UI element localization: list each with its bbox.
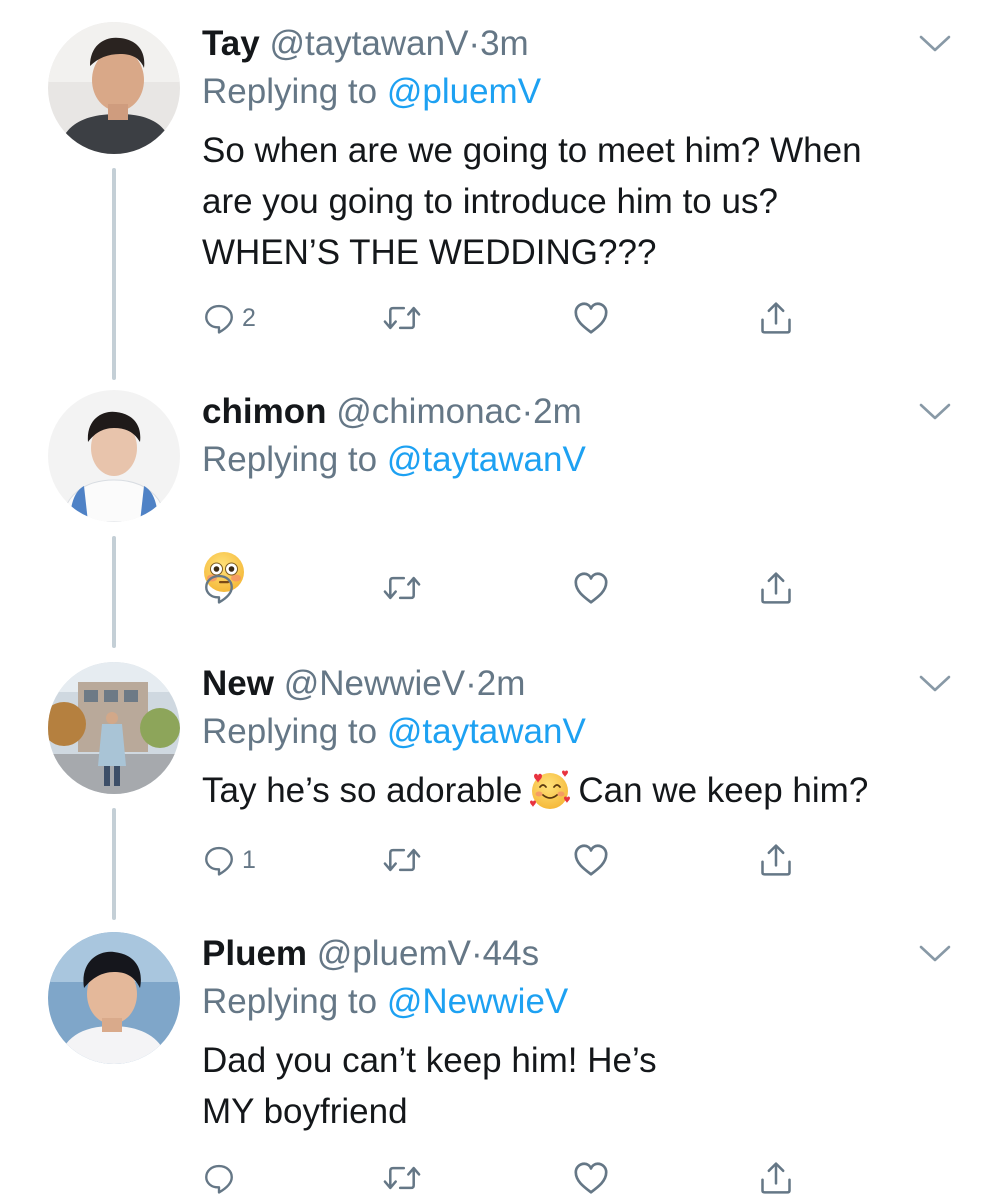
retweet-button[interactable] [382, 838, 422, 882]
replying-to: Replying to @NewwieV [202, 980, 568, 1024]
avatar-photo-new [48, 662, 180, 794]
share-button[interactable] [758, 1156, 794, 1200]
share-button[interactable] [758, 838, 794, 882]
like-button[interactable] [572, 296, 610, 340]
share-icon [758, 1160, 794, 1196]
avatar-photo-pluem [48, 932, 180, 1064]
reply-icon [202, 843, 236, 877]
tweet-text: So when are we going to meet him? When a… [202, 131, 862, 272]
timestamp[interactable]: 2m [533, 392, 582, 431]
replying-to-link[interactable]: @NewwieV [387, 982, 568, 1021]
like-icon [572, 1159, 610, 1197]
display-name[interactable]: chimon [202, 392, 326, 431]
replying-to-label: Replying to [202, 982, 378, 1021]
chevron-down-icon[interactable] [918, 402, 952, 422]
display-name[interactable]: Tay [202, 24, 260, 63]
tweet-actions [202, 1156, 822, 1200]
like-icon [572, 299, 610, 337]
avatar-photo-chimon [48, 390, 180, 522]
reply-button[interactable]: 2 [202, 296, 256, 340]
reply-button[interactable] [202, 566, 236, 610]
separator-dot: · [468, 24, 481, 63]
tweet-actions [202, 566, 822, 610]
user-handle[interactable]: @taytawanV [269, 24, 468, 63]
replying-to-label: Replying to [202, 72, 378, 111]
replying-to: Replying to @taytawanV [202, 710, 586, 754]
like-icon [572, 841, 610, 879]
tweet-text: Tay he’s so adorable Can we keep him? [202, 765, 972, 816]
retweet-icon [382, 300, 422, 336]
tweet-actions: 1 [202, 838, 822, 882]
tweet-text-part: Can we keep him? [578, 771, 869, 810]
share-button[interactable] [758, 566, 794, 610]
tweet-pluem[interactable]: Pluem @pluemV·44s Replying to @NewwieV D… [0, 932, 998, 1200]
avatar[interactable] [48, 932, 180, 1064]
reply-button[interactable]: 1 [202, 838, 256, 882]
reply-icon [202, 1161, 236, 1195]
tweet-new[interactable]: New @NewwieV·2m Replying to @taytawanV T… [0, 662, 998, 892]
chevron-down-icon[interactable] [918, 34, 952, 54]
user-handle[interactable]: @NewwieV [284, 664, 465, 703]
retweet-button[interactable] [382, 566, 422, 610]
avatar-photo-tay [48, 22, 180, 154]
separator-dot: · [465, 664, 477, 703]
like-button[interactable] [572, 566, 610, 610]
replying-to: Replying to @pluemV [202, 70, 541, 114]
smiling-face-with-hearts-emoji [530, 770, 571, 809]
avatar[interactable] [48, 662, 180, 794]
tweet-actions: 2 [202, 296, 822, 340]
tweet-text: Dad you can’t keep him! He’s MY boyfrien… [202, 1041, 657, 1131]
separator-dot: · [470, 934, 483, 973]
chevron-down-icon[interactable] [918, 674, 952, 694]
user-handle[interactable]: @chimonac [336, 392, 521, 431]
share-icon [758, 570, 794, 606]
replying-to-link[interactable]: @taytawanV [387, 712, 586, 751]
chevron-down-icon[interactable] [918, 944, 952, 964]
like-icon [572, 569, 610, 607]
tweet-chimon[interactable]: chimon @chimonac·2m Replying to @taytawa… [0, 390, 998, 620]
reply-button[interactable] [202, 1156, 236, 1200]
reply-count: 1 [242, 846, 256, 874]
retweet-icon [382, 570, 422, 606]
avatar[interactable] [48, 390, 180, 522]
like-button[interactable] [572, 1156, 610, 1200]
tweet-header: Pluem @pluemV·44s [202, 932, 539, 976]
reply-icon [202, 571, 236, 605]
user-handle[interactable]: @pluemV [317, 934, 471, 973]
like-button[interactable] [572, 838, 610, 882]
timestamp[interactable]: 44s [483, 934, 539, 973]
share-icon [758, 842, 794, 878]
retweet-button[interactable] [382, 1156, 422, 1200]
share-button[interactable] [758, 296, 794, 340]
retweet-button[interactable] [382, 296, 422, 340]
tweet-tay[interactable]: Tay @taytawanV·3m Replying to @pluemV So… [0, 22, 998, 352]
display-name[interactable]: Pluem [202, 934, 307, 973]
timestamp[interactable]: 3m [480, 24, 529, 63]
replying-to-label: Replying to [202, 712, 378, 751]
reply-count: 2 [242, 304, 256, 332]
replying-to-link[interactable]: @taytawanV [387, 440, 586, 479]
reply-icon [202, 301, 236, 335]
display-name[interactable]: New [202, 664, 274, 703]
timestamp[interactable]: 2m [477, 664, 526, 703]
replying-to-label: Replying to [202, 440, 378, 479]
share-icon [758, 300, 794, 336]
tweet-text-part: Tay he’s so adorable [202, 771, 523, 810]
avatar[interactable] [48, 22, 180, 154]
replying-to: Replying to @taytawanV [202, 438, 586, 482]
retweet-icon [382, 842, 422, 878]
separator-dot: · [521, 392, 534, 431]
tweet-header: chimon @chimonac·2m [202, 390, 582, 434]
tweet-header: New @NewwieV·2m [202, 662, 525, 706]
tweet-header: Tay @taytawanV·3m [202, 22, 529, 66]
retweet-icon [382, 1160, 422, 1196]
replying-to-link[interactable]: @pluemV [387, 72, 541, 111]
